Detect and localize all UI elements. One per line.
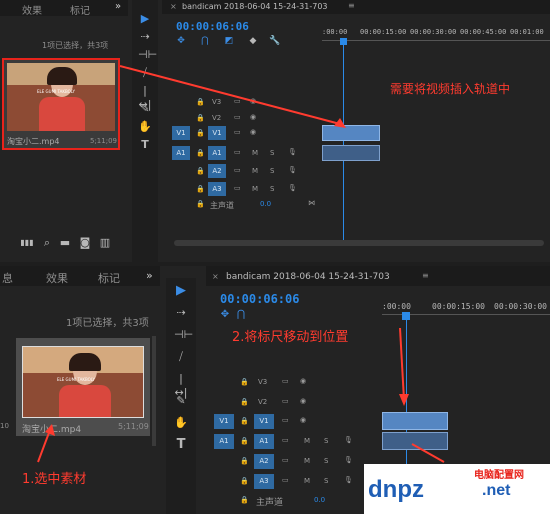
top-screenshot: 效果 标记 » 1项已选择，共3项 ELE GUMI TAKBOLY 淘宝小二.… — [0, 0, 550, 262]
annotation-select-clip: 1.选中素材 — [22, 472, 87, 487]
watermark-text-left: dnpz — [368, 476, 424, 503]
annotation-insert-track: 需要将视频插入轨道中 — [390, 82, 511, 96]
watermark-text-cn: 电脑配置网 — [474, 470, 524, 481]
annotation-arrow — [119, 65, 346, 128]
watermark-text-right: .net — [482, 482, 511, 499]
bottom-screenshot: 息 效果 标记 » 1项已选择，共3项 10 ELE GUMI TAKBOLY … — [0, 266, 550, 514]
watermark-logo: dnpz .net 电脑配置网 — [364, 464, 550, 514]
